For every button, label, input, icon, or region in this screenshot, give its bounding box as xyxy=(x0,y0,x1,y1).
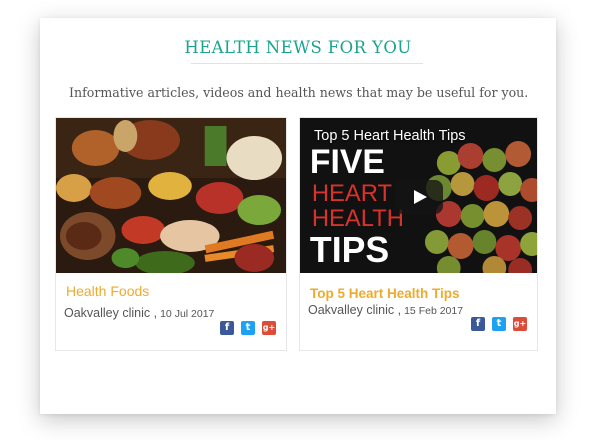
article-title[interactable]: Top 5 Heart Health Tips xyxy=(310,286,460,301)
share-buttons: f t g+ xyxy=(220,321,276,335)
article-date: 15 Feb 2017 xyxy=(404,305,464,317)
title-underline xyxy=(191,63,423,64)
section-title: HEALTH NEWS FOR YOU xyxy=(184,38,412,57)
facebook-icon[interactable]: f xyxy=(220,321,234,335)
article-card-heart-health[interactable]: FIVE HEART HEALTH TIPS Top 5 Heart Healt… xyxy=(299,117,538,351)
google-plus-icon[interactable]: g+ xyxy=(262,321,276,335)
video-word-five: FIVE xyxy=(310,143,385,181)
share-buttons: f t g+ xyxy=(471,317,527,331)
facebook-icon[interactable]: f xyxy=(471,317,485,331)
health-foods-image[interactable] xyxy=(56,118,286,273)
article-card-health-foods[interactable]: Health Foods Oakvalley clinic , 10 Jul 20… xyxy=(55,117,287,351)
article-title[interactable]: Health Foods xyxy=(66,283,149,299)
video-word-heart: HEART xyxy=(312,180,393,207)
twitter-icon[interactable]: t xyxy=(241,321,255,335)
article-meta: Oakvalley clinic , 10 Jul 2017 xyxy=(64,304,214,322)
section-subtitle: Informative articles, videos and health … xyxy=(69,85,529,100)
video-thumbnail[interactable]: FIVE HEART HEALTH TIPS Top 5 Heart Healt… xyxy=(300,118,537,273)
article-source: Oakvalley clinic , xyxy=(64,306,158,320)
google-plus-icon[interactable]: g+ xyxy=(513,317,527,331)
video-word-tips: TIPS xyxy=(310,230,389,270)
play-icon[interactable] xyxy=(395,180,443,214)
article-date: 10 Jul 2017 xyxy=(160,308,215,320)
video-word-health: HEALTH xyxy=(312,205,404,232)
article-source: Oakvalley clinic , xyxy=(308,303,402,317)
video-title: Top 5 Heart Health Tips xyxy=(314,128,466,144)
twitter-icon[interactable]: t xyxy=(492,317,506,331)
health-news-panel: HEALTH NEWS FOR YOU Informative articles… xyxy=(40,18,556,414)
article-meta: Oakvalley clinic , 15 Feb 2017 xyxy=(308,301,463,319)
